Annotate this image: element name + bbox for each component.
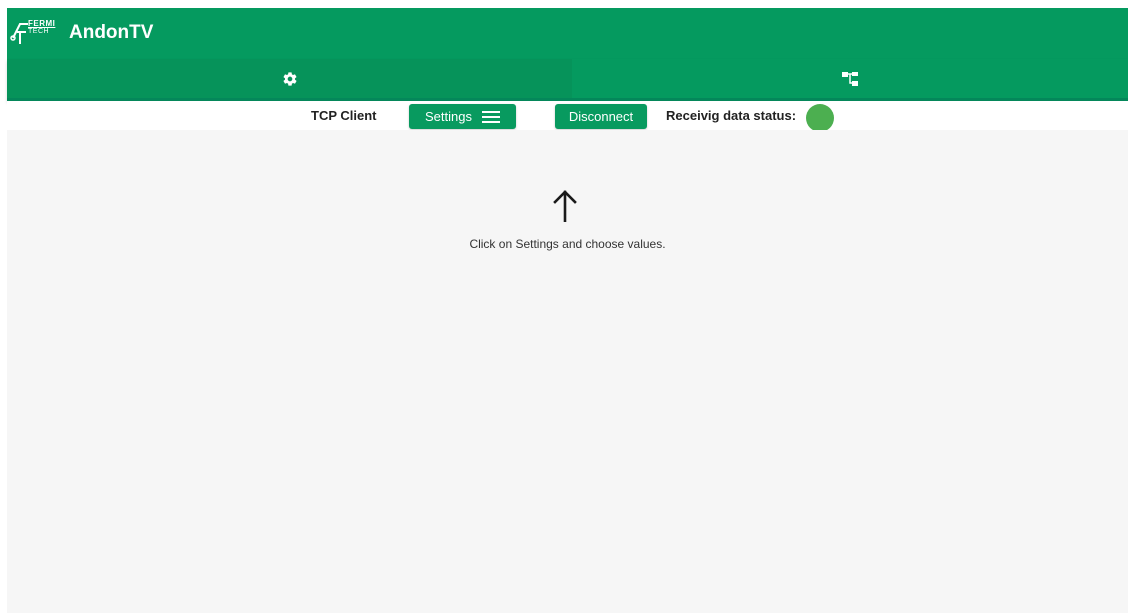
logo-mark-icon [10,23,28,44]
app-title: AndonTV [69,22,154,43]
app-bar: FERMI TECH AndonTV [7,8,1128,59]
app-window: FERMI TECH AndonTV TCP Client Settings D… [7,8,1128,613]
status-indicator [806,104,834,132]
toolbar: TCP Client Settings Disconnect Receivig … [7,101,1128,130]
arrow-up-icon [553,190,577,222]
tab-bar [7,59,1128,101]
hint-text: Click on Settings and choose values. [469,237,666,251]
mode-label: TCP Client [311,108,377,123]
tab-hierarchy[interactable] [572,59,1128,98]
gear-icon [283,71,296,86]
settings-button[interactable]: Settings [409,104,516,129]
disconnect-button[interactable]: Disconnect [555,104,647,129]
status-label: Receivig data status: [666,108,797,123]
tab-settings[interactable] [7,59,572,98]
logo-text-tech: TECH [28,28,50,35]
menu-icon [481,110,500,123]
main-content: Click on Settings and choose values. [7,130,1128,613]
sitemap-icon [842,71,858,86]
logo-text-fermi: FERMI [28,19,56,28]
fermitech-logo: FERMI TECH [10,18,60,48]
settings-button-label: Settings [425,109,472,124]
